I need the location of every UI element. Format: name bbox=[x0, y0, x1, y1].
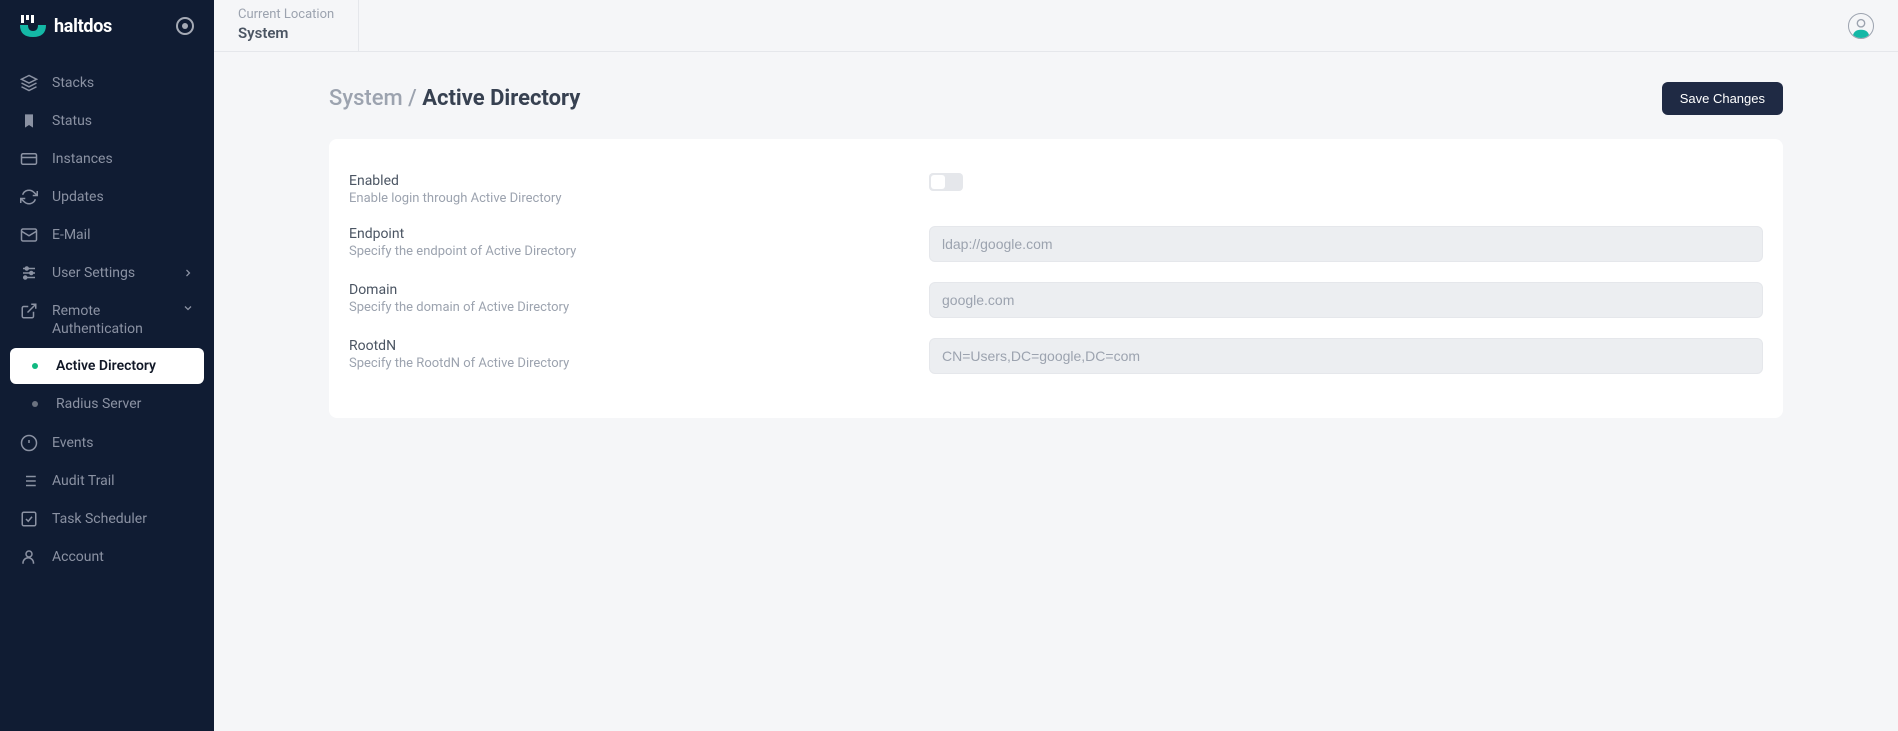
external-link-icon bbox=[20, 302, 38, 320]
breadcrumb-current: Active Directory bbox=[422, 86, 580, 111]
form-labels: Domain Specify the domain of Active Dire… bbox=[349, 282, 889, 315]
sidebar-item-label: Stacks bbox=[52, 75, 194, 91]
page-header: System / Active Directory Save Changes bbox=[329, 82, 1783, 115]
sidebar-item-remote-auth[interactable]: Remote Authentication bbox=[0, 292, 214, 348]
form-labels: Enabled Enable login through Active Dire… bbox=[349, 173, 889, 206]
sidebar: haltdos Stacks Status Instances bbox=[0, 0, 214, 731]
form-control bbox=[929, 282, 1763, 318]
sidebar-item-email[interactable]: E-Mail bbox=[0, 216, 214, 254]
sidebar-item-label: Instances bbox=[52, 151, 194, 167]
location: Current Location System bbox=[238, 0, 359, 51]
form-control bbox=[929, 173, 1763, 191]
sidebar-item-label: User Settings bbox=[52, 265, 168, 281]
form-desc: Specify the RootdN of Active Directory bbox=[349, 356, 889, 371]
form-label: Enabled bbox=[349, 173, 889, 189]
brand-name: haltdos bbox=[54, 16, 112, 37]
form-row-domain: Domain Specify the domain of Active Dire… bbox=[349, 272, 1763, 328]
form-control bbox=[929, 226, 1763, 262]
content: System / Active Directory Save Changes E… bbox=[214, 52, 1898, 731]
main: Current Location System System / Active … bbox=[214, 0, 1898, 731]
sliders-icon bbox=[20, 264, 38, 282]
sidebar-item-label: Events bbox=[52, 435, 194, 451]
chevron-right-icon bbox=[182, 267, 194, 279]
avatar[interactable] bbox=[1848, 13, 1874, 39]
sidebar-item-label: Account bbox=[52, 549, 194, 565]
form-desc: Specify the endpoint of Active Directory bbox=[349, 244, 889, 259]
form-row-rootdn: RootdN Specify the RootdN of Active Dire… bbox=[349, 328, 1763, 384]
location-value: System bbox=[238, 24, 334, 44]
sidebar-item-label: E-Mail bbox=[52, 227, 194, 243]
sidebar-item-label: Status bbox=[52, 113, 194, 129]
topbar: Current Location System bbox=[214, 0, 1898, 52]
breadcrumb-parent[interactable]: System bbox=[329, 86, 403, 111]
sidebar-item-events[interactable]: Events bbox=[0, 424, 214, 462]
form-label: RootdN bbox=[349, 338, 889, 354]
sidebar-subitem-label: Radius Server bbox=[56, 396, 141, 412]
list-icon bbox=[20, 472, 38, 490]
form-row-enabled: Enabled Enable login through Active Dire… bbox=[349, 163, 1763, 216]
endpoint-input[interactable] bbox=[929, 226, 1763, 262]
enabled-toggle[interactable] bbox=[929, 173, 963, 191]
card-icon bbox=[20, 150, 38, 168]
sidebar-header: haltdos bbox=[0, 0, 214, 52]
chevron-down-icon bbox=[182, 302, 194, 314]
check-square-icon bbox=[20, 510, 38, 528]
form-label: Domain bbox=[349, 282, 889, 298]
user-icon bbox=[20, 548, 38, 566]
sidebar-item-task-scheduler[interactable]: Task Scheduler bbox=[0, 500, 214, 538]
sidebar-item-instances[interactable]: Instances bbox=[0, 140, 214, 178]
form-desc: Enable login through Active Directory bbox=[349, 191, 889, 206]
form-row-endpoint: Endpoint Specify the endpoint of Active … bbox=[349, 216, 1763, 272]
form-control bbox=[929, 338, 1763, 374]
breadcrumb-separator: / bbox=[403, 86, 423, 111]
sidebar-subitem-label: Active Directory bbox=[56, 358, 156, 374]
sidebar-subitem-radius-server[interactable]: Radius Server bbox=[10, 386, 204, 422]
form-labels: RootdN Specify the RootdN of Active Dire… bbox=[349, 338, 889, 371]
settings-card: Enabled Enable login through Active Dire… bbox=[329, 139, 1783, 418]
mail-icon bbox=[20, 226, 38, 244]
brand-logo[interactable]: haltdos bbox=[20, 13, 112, 39]
save-button[interactable]: Save Changes bbox=[1662, 82, 1783, 115]
form-desc: Specify the domain of Active Directory bbox=[349, 300, 889, 315]
bookmark-icon bbox=[20, 112, 38, 130]
sidebar-subnav: Active Directory Radius Server bbox=[0, 348, 214, 422]
rootdn-input[interactable] bbox=[929, 338, 1763, 374]
form-labels: Endpoint Specify the endpoint of Active … bbox=[349, 226, 889, 259]
sidebar-item-updates[interactable]: Updates bbox=[0, 178, 214, 216]
sidebar-item-label: Audit Trail bbox=[52, 473, 194, 489]
sidebar-subitem-active-directory[interactable]: Active Directory bbox=[10, 348, 204, 384]
sidebar-item-stacks[interactable]: Stacks bbox=[0, 64, 214, 102]
domain-input[interactable] bbox=[929, 282, 1763, 318]
sidebar-item-label: Task Scheduler bbox=[52, 511, 194, 527]
sidebar-item-audit-trail[interactable]: Audit Trail bbox=[0, 462, 214, 500]
sidebar-item-account[interactable]: Account bbox=[0, 538, 214, 576]
sidebar-item-user-settings[interactable]: User Settings bbox=[0, 254, 214, 292]
target-icon[interactable] bbox=[176, 17, 194, 35]
refresh-icon bbox=[20, 188, 38, 206]
location-label: Current Location bbox=[238, 7, 334, 24]
form-label: Endpoint bbox=[349, 226, 889, 242]
sidebar-item-status[interactable]: Status bbox=[0, 102, 214, 140]
sidebar-nav: Stacks Status Instances Updates E-Mail bbox=[0, 52, 214, 731]
active-dot-icon bbox=[32, 363, 38, 369]
alert-circle-icon bbox=[20, 434, 38, 452]
layers-icon bbox=[20, 74, 38, 92]
sidebar-item-label: Remote Authentication bbox=[52, 302, 168, 338]
logo-icon bbox=[20, 13, 46, 39]
breadcrumb: System / Active Directory bbox=[329, 86, 580, 111]
dot-icon bbox=[32, 401, 38, 407]
sidebar-item-label: Updates bbox=[52, 189, 194, 205]
